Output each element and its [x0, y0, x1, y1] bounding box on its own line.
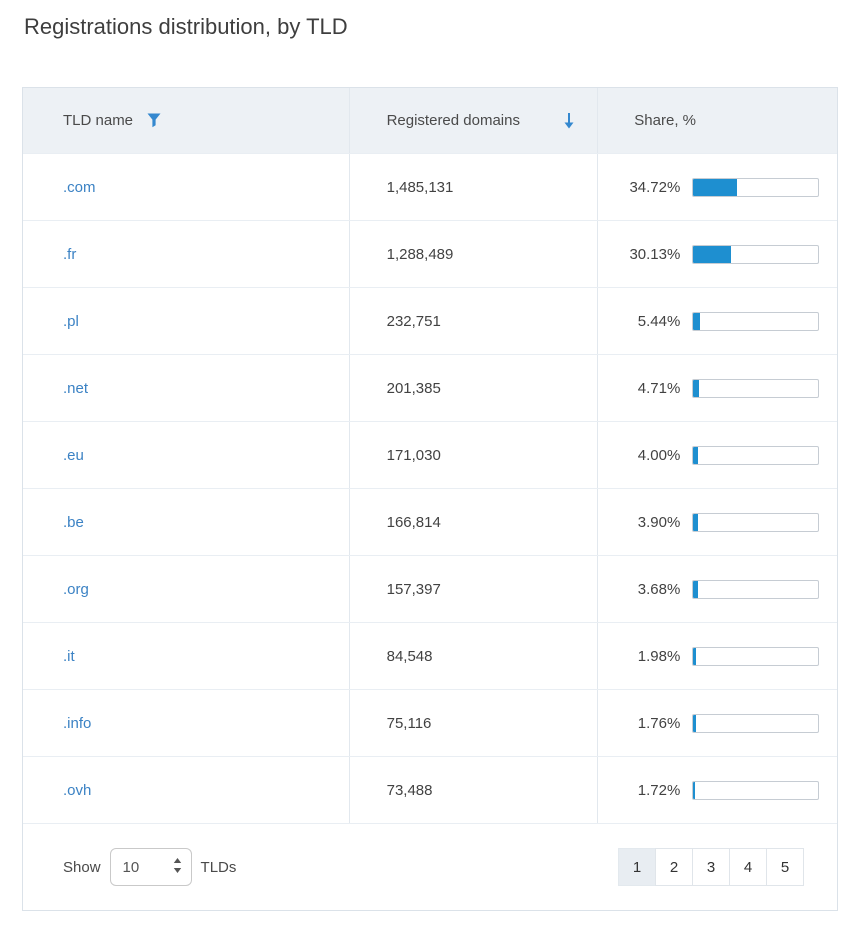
- table-footer: Show 10 TLDs 1 2 3 4 5: [23, 823, 837, 910]
- share-bar-fill: [693, 179, 736, 196]
- share-bar-fill: [693, 715, 695, 732]
- pagination-page-3[interactable]: 3: [692, 848, 730, 886]
- share-percent-value: 34.72%: [624, 179, 680, 196]
- registered-domains-value: 84,548: [349, 623, 598, 689]
- share-bar-track: [692, 379, 819, 398]
- pagination-page-5[interactable]: 5: [766, 848, 804, 886]
- table-row: .fr 1,288,489 30.13%: [23, 220, 837, 287]
- column-header-count-label: Registered domains: [387, 112, 520, 129]
- page-title: Registrations distribution, by TLD: [24, 14, 860, 40]
- tld-link[interactable]: .be: [63, 514, 84, 531]
- tld-distribution-table: TLD name Registered domains Share, % .co…: [22, 87, 838, 911]
- sort-desc-icon[interactable]: [563, 112, 575, 130]
- pagination-page-4[interactable]: 4: [729, 848, 767, 886]
- share-bar-track: [692, 178, 819, 197]
- tld-link[interactable]: .net: [63, 380, 88, 397]
- share-bar-track: [692, 647, 819, 666]
- share-bar-fill: [693, 313, 700, 330]
- column-header-tld-name[interactable]: TLD name: [23, 88, 349, 153]
- share-bar-fill: [693, 581, 698, 598]
- table-row: .org 157,397 3.68%: [23, 555, 837, 622]
- table-row: .info 75,116 1.76%: [23, 689, 837, 756]
- tld-link[interactable]: .org: [63, 581, 89, 598]
- tld-link[interactable]: .fr: [63, 246, 76, 263]
- pagination-page-1[interactable]: 1: [618, 848, 656, 886]
- registered-domains-value: 75,116: [349, 690, 598, 756]
- share-bar-fill: [693, 648, 695, 665]
- share-bar-track: [692, 312, 819, 331]
- show-label: Show: [63, 859, 101, 876]
- table-row: .eu 171,030 4.00%: [23, 421, 837, 488]
- share-bar-fill: [693, 246, 731, 263]
- share-percent-value: 4.00%: [624, 447, 680, 464]
- share-percent-value: 3.90%: [624, 514, 680, 531]
- tld-link[interactable]: .eu: [63, 447, 84, 464]
- share-percent-value: 1.72%: [624, 782, 680, 799]
- share-percent-value: 4.71%: [624, 380, 680, 397]
- filter-icon[interactable]: [147, 113, 161, 128]
- registered-domains-value: 166,814: [349, 489, 598, 555]
- table-row: .pl 232,751 5.44%: [23, 287, 837, 354]
- page-size-control: Show 10 TLDs: [63, 848, 236, 886]
- share-bar-track: [692, 714, 819, 733]
- table-row: .net 201,385 4.71%: [23, 354, 837, 421]
- share-bar-track: [692, 513, 819, 532]
- column-header-tld-label: TLD name: [63, 112, 133, 129]
- share-percent-value: 5.44%: [624, 313, 680, 330]
- registered-domains-value: 171,030: [349, 422, 598, 488]
- share-bar-track: [692, 446, 819, 465]
- share-bar-fill: [693, 447, 698, 464]
- table-row: .be 166,814 3.90%: [23, 488, 837, 555]
- share-bar-fill: [693, 380, 699, 397]
- tld-link[interactable]: .it: [63, 648, 75, 665]
- registered-domains-value: 157,397: [349, 556, 598, 622]
- unit-label: TLDs: [201, 859, 237, 876]
- share-bar-fill: [693, 514, 698, 531]
- registered-domains-value: 73,488: [349, 757, 598, 823]
- page-size-select[interactable]: 10: [110, 848, 192, 886]
- registered-domains-value: 1,288,489: [349, 221, 598, 287]
- pagination: 1 2 3 4 5: [619, 848, 804, 886]
- table-row: .com 1,485,131 34.72%: [23, 153, 837, 220]
- registered-domains-value: 1,485,131: [349, 154, 598, 220]
- share-percent-value: 3.68%: [624, 581, 680, 598]
- table-header-row: TLD name Registered domains Share, %: [23, 88, 837, 153]
- registered-domains-value: 232,751: [349, 288, 598, 354]
- share-bar-track: [692, 580, 819, 599]
- tld-link[interactable]: .info: [63, 715, 91, 732]
- page-size-value: 10: [123, 859, 140, 876]
- column-header-registered-domains[interactable]: Registered domains: [349, 88, 598, 153]
- share-percent-value: 1.76%: [624, 715, 680, 732]
- share-bar-track: [692, 245, 819, 264]
- share-percent-value: 1.98%: [624, 648, 680, 665]
- tld-link[interactable]: .com: [63, 179, 96, 196]
- stepper-icon: [173, 858, 182, 877]
- column-header-share-label: Share, %: [634, 112, 696, 129]
- table-row: .ovh 73,488 1.72%: [23, 756, 837, 823]
- tld-link[interactable]: .ovh: [63, 782, 91, 799]
- table-row: .it 84,548 1.98%: [23, 622, 837, 689]
- column-header-share: Share, %: [597, 88, 837, 153]
- share-bar-track: [692, 781, 819, 800]
- share-percent-value: 30.13%: [624, 246, 680, 263]
- pagination-page-2[interactable]: 2: [655, 848, 693, 886]
- tld-link[interactable]: .pl: [63, 313, 79, 330]
- share-bar-fill: [693, 782, 695, 799]
- registered-domains-value: 201,385: [349, 355, 598, 421]
